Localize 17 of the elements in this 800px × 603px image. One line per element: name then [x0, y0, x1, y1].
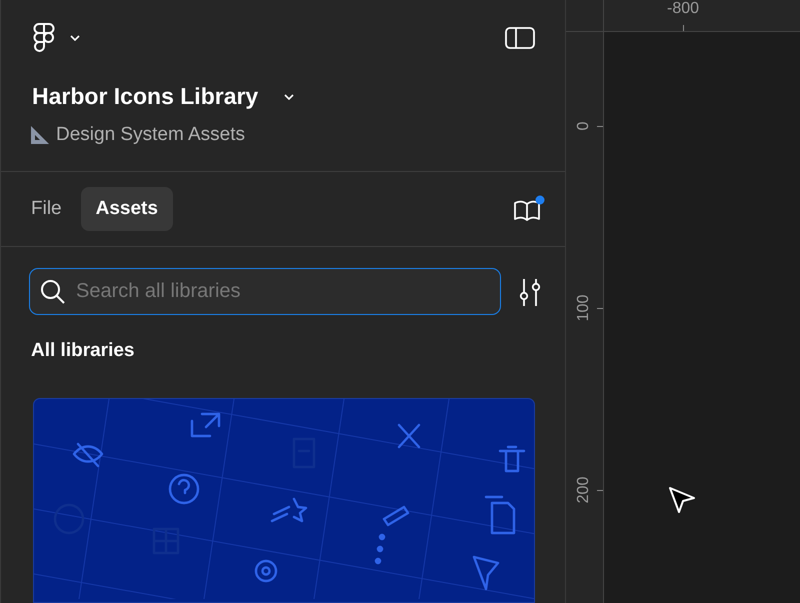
panel-tab[interactable]: Assets — [80, 187, 173, 231]
ruler-label: 0 — [575, 120, 593, 132]
search-icon — [40, 278, 66, 304]
chevron-down-icon[interactable] — [284, 94, 294, 100]
panel-tab[interactable]: File — [22, 187, 71, 231]
project-name[interactable]: Design System Assets — [56, 124, 246, 146]
sidebar-toggle-icon[interactable] — [505, 27, 535, 49]
section-heading: All libraries — [31, 340, 136, 362]
ruler-label: -800 — [666, 0, 700, 18]
figma-logo-icon[interactable] — [32, 23, 56, 53]
cursor-arrow-icon — [668, 486, 696, 514]
sliders-icon[interactable] — [517, 278, 543, 306]
search-input[interactable]: Search all libraries — [74, 279, 490, 304]
book-icon[interactable] — [513, 195, 545, 223]
search-field[interactable]: Search all libraries — [29, 268, 501, 315]
file-title[interactable]: Harbor Icons Library — [32, 83, 258, 110]
chevron-down-icon[interactable] — [70, 35, 80, 41]
